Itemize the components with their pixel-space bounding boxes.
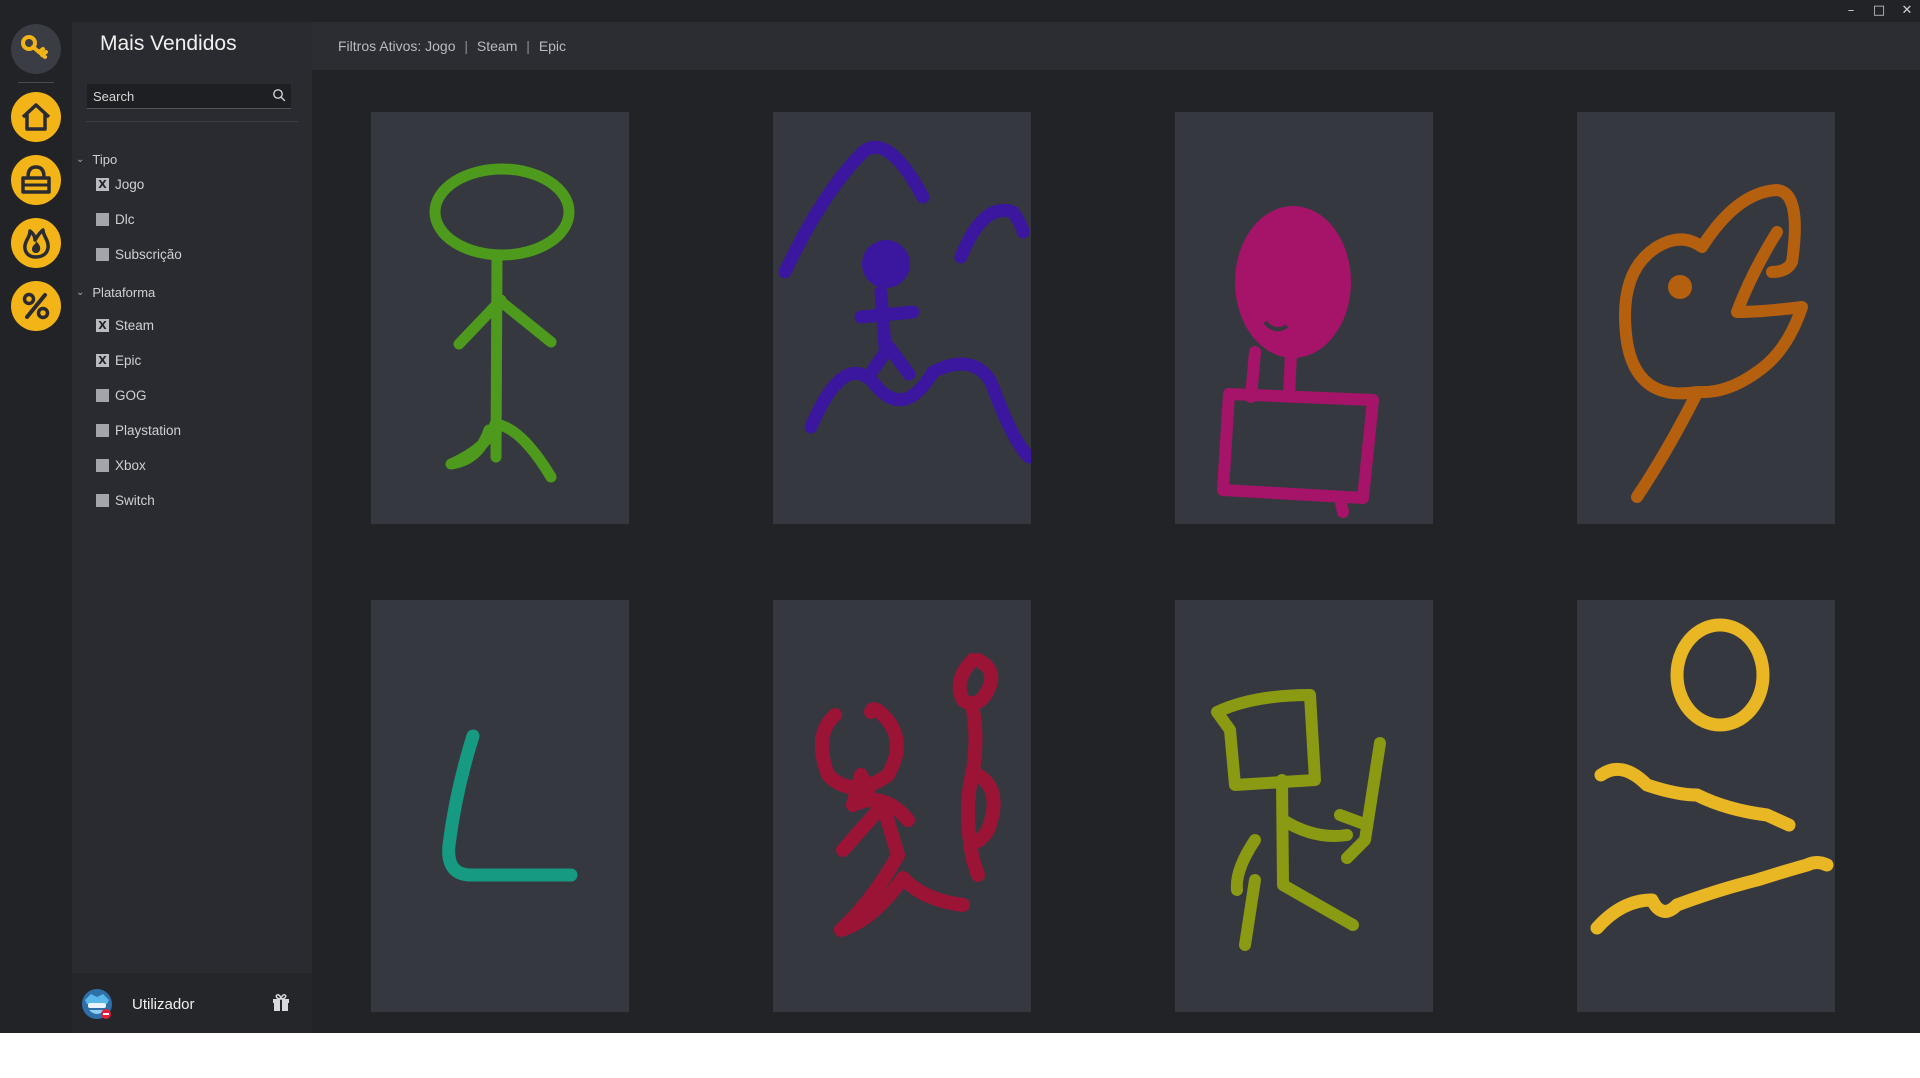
filter-option-epic[interactable]: X Epic	[96, 353, 141, 368]
active-filter-tag[interactable]: Jogo	[425, 38, 455, 54]
minimize-icon[interactable]: –	[1842, 2, 1860, 20]
shopping-bag-icon[interactable]	[11, 155, 61, 205]
home-icon[interactable]	[11, 92, 61, 142]
search-icon[interactable]	[272, 88, 286, 102]
option-label: GOG	[115, 388, 147, 403]
app-window: – □ ✕ Mais Vendidos Search ⌄ Tipo X Jogo…	[0, 0, 1920, 1033]
filter-option-switch[interactable]: X Switch	[96, 493, 155, 508]
checkbox-unchecked[interactable]: X	[96, 459, 109, 472]
filter-sidebar: Mais Vendidos ⌄ Tipo X Jogo X Dlc X Subs…	[72, 22, 312, 1033]
product-thumbnail	[1217, 206, 1379, 518]
product-thumbnail	[1590, 618, 1834, 935]
filter-option-subscricao[interactable]: X Subscrição	[96, 247, 182, 262]
option-label: Subscrição	[115, 247, 182, 262]
option-label: Switch	[115, 493, 155, 508]
icon-rail	[0, 0, 72, 1033]
product-card-yellow-sun-waves[interactable]	[1577, 600, 1835, 1012]
checkbox-unchecked[interactable]: X	[96, 213, 109, 226]
product-thumbnail	[429, 163, 575, 483]
filters-prefix: Filtros Ativos:	[338, 38, 422, 54]
section-tipo[interactable]: ⌄ Tipo	[76, 152, 117, 167]
filter-option-dlc[interactable]: X Dlc	[96, 212, 135, 227]
gift-icon[interactable]	[270, 991, 292, 1013]
user-bar: Utilizador	[72, 973, 312, 1033]
search-input[interactable]	[93, 84, 263, 108]
option-label: Xbox	[115, 458, 146, 473]
product-grid	[312, 70, 1920, 1033]
checkbox-unchecked[interactable]: X	[96, 389, 109, 402]
option-label: Steam	[115, 318, 155, 333]
sidebar-divider	[86, 121, 298, 122]
product-thumbnail	[814, 653, 1001, 937]
page-title: Mais Vendidos	[100, 32, 237, 55]
username[interactable]: Utilizador	[132, 996, 195, 1013]
checkbox-unchecked[interactable]: X	[96, 248, 109, 261]
active-filter-tag[interactable]: Steam	[477, 38, 517, 54]
chevron-down-icon[interactable]: ⌄	[76, 287, 84, 298]
product-card-olive-robot[interactable]	[1175, 600, 1433, 1012]
product-thumbnail	[1619, 184, 1808, 503]
filter-option-gog[interactable]: X GOG	[96, 388, 147, 403]
rail-divider	[18, 82, 54, 83]
product-card-purple-mountains[interactable]	[773, 112, 1031, 524]
filter-option-steam[interactable]: X Steam	[96, 318, 154, 333]
checkbox-checked[interactable]: X	[96, 319, 109, 332]
option-label: Playstation	[115, 423, 182, 438]
checkbox-unchecked[interactable]: X	[96, 424, 109, 437]
product-card-teal-l-shape[interactable]	[371, 600, 629, 1012]
section-plataforma[interactable]: ⌄ Plataforma	[76, 285, 155, 300]
checkbox-unchecked[interactable]: X	[96, 494, 109, 507]
option-label: Jogo	[115, 177, 145, 192]
product-card-green-stickman[interactable]	[371, 112, 629, 524]
filter-option-jogo[interactable]: X Jogo	[96, 177, 144, 192]
filter-option-playstation[interactable]: X Playstation	[96, 423, 181, 438]
active-filter-tag[interactable]: Epic	[539, 38, 566, 54]
option-label: Epic	[115, 353, 142, 368]
filter-option-xbox[interactable]: X Xbox	[96, 458, 146, 473]
filter-separator: |	[464, 38, 469, 54]
product-thumbnail	[778, 140, 1031, 464]
maximize-icon[interactable]: □	[1870, 2, 1888, 20]
avatar[interactable]	[79, 986, 115, 1022]
product-card-orange-tree[interactable]	[1577, 112, 1835, 524]
search-box	[87, 84, 291, 109]
option-label: Dlc	[115, 212, 135, 227]
active-filters: Filtros Ativos: Jogo | Steam | Epic	[338, 38, 566, 54]
product-thumbnail	[1211, 689, 1386, 951]
fire-icon[interactable]	[11, 218, 61, 268]
product-card-red-figures[interactable]	[773, 600, 1031, 1012]
checkbox-checked[interactable]: X	[96, 178, 109, 191]
checkbox-checked[interactable]: X	[96, 354, 109, 367]
window-controls: – □ ✕	[1842, 2, 1916, 20]
chevron-down-icon[interactable]: ⌄	[76, 154, 84, 165]
product-thumbnail	[442, 729, 578, 882]
active-filters-bar: Filtros Ativos: Jogo | Steam | Epic	[312, 22, 1920, 70]
section-label: Plataforma	[92, 285, 156, 300]
filter-separator: |	[526, 38, 530, 54]
section-label: Tipo	[92, 152, 118, 167]
percent-icon[interactable]	[11, 281, 61, 331]
product-card-magenta-figure[interactable]	[1175, 112, 1433, 524]
key-logo-icon[interactable]	[11, 24, 61, 74]
close-icon[interactable]: ✕	[1898, 2, 1916, 20]
